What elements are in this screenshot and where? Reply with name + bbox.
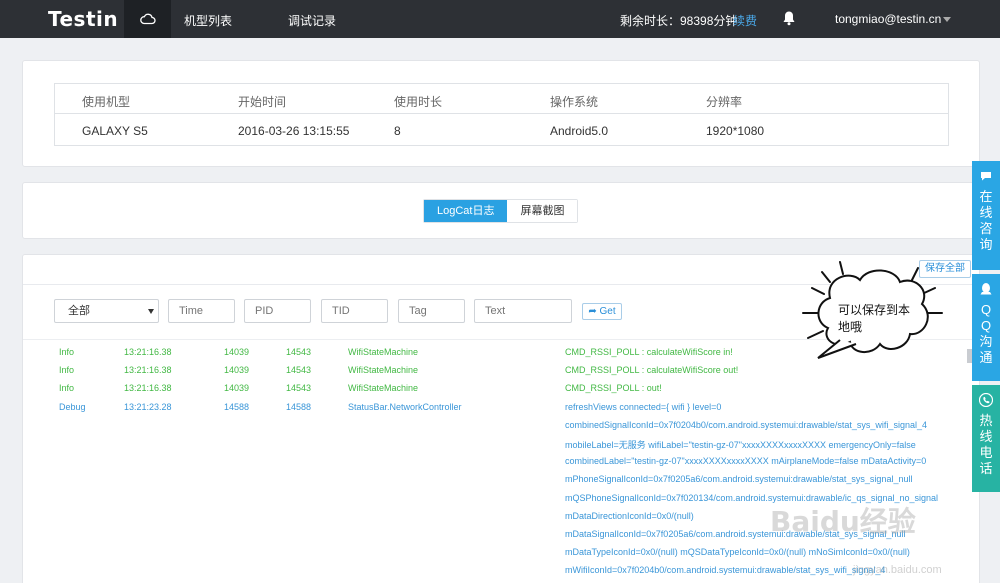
nav-device-list[interactable]: 机型列表 [184, 12, 232, 29]
user-menu[interactable]: tongmiao@testin.cn [835, 12, 952, 26]
log-pid: 14039 [224, 383, 250, 394]
log-pid: 14039 [224, 365, 250, 376]
log-message: mWifiIconId=0x7f0204b0/com.android.syste… [565, 565, 886, 576]
tid-filter-input[interactable] [321, 299, 388, 323]
column-header: 使用时长 [394, 95, 443, 109]
bell-icon[interactable] [782, 10, 796, 29]
log-level: Debug [59, 401, 86, 412]
chevron-down-icon [943, 17, 952, 23]
log-message: CMD_RSSI_POLL : calculateWifiScore in! [565, 347, 733, 357]
baidu-watermark: Baidu经验 [770, 505, 916, 538]
online-consult-button[interactable]: 在线咨询 [972, 161, 1000, 270]
log-tid: 14543 [286, 383, 312, 394]
qq-contact-button[interactable]: QQ沟通 [972, 274, 1000, 381]
log-row: mDataTypeIconId=0x0/(null) mQSDataTypeIc… [23, 547, 963, 565]
level-select[interactable]: 全部 [54, 299, 159, 323]
renew-link[interactable]: 续费 [733, 12, 757, 29]
hotline-label: 热线电话 [979, 413, 993, 476]
log-level: Info [59, 383, 75, 394]
log-time: 13:21:16.38 [124, 347, 172, 357]
log-row: Info 13:21:16.38 14039 14543 WifiStateMachin… [23, 383, 963, 401]
start-time: 2016-03-26 13:15:55 [238, 124, 350, 138]
log-row: combinedSignalIconId=0x7f0204b0/com.andr… [23, 420, 963, 438]
log-tag: WifiStateMachine [348, 383, 419, 394]
column-header: 操作系统 [550, 95, 599, 109]
usage-duration: 8 [394, 124, 401, 138]
log-pid: 14588 [224, 401, 250, 412]
user-email: tongmiao@testin.cn [835, 12, 942, 26]
time-filter-input[interactable] [168, 299, 235, 323]
chevron-down-icon [148, 309, 154, 314]
table-header: 使用机型 开始时间 使用时长 操作系统 分辨率 [55, 84, 948, 114]
device-info-table: 使用机型 开始时间 使用时长 操作系统 分辨率 GALAXY S5 2016-0… [54, 83, 949, 146]
log-tag: WifiStateMachine [348, 347, 419, 357]
log-time: 13:21:23.28 [124, 401, 172, 412]
log-tid: 14543 [286, 347, 312, 357]
log-row: mobileLabel=无服务 wifiLabel="testin-gz-07"… [23, 438, 963, 456]
log-tag: WifiStateMachine [348, 365, 419, 376]
tag-filter-input[interactable] [398, 299, 465, 323]
cloud-icon [139, 13, 156, 25]
log-message: mPhoneSignalIconId=0x7f0205a6/com.androi… [565, 474, 913, 485]
column-header: 开始时间 [238, 95, 287, 109]
log-message: mobileLabel=无服务 wifiLabel="testin-gz-07"… [565, 440, 916, 450]
remaining-time: 剩余时长：98398分钟 [620, 14, 738, 28]
tab-screenshot[interactable]: 屏幕截图 [507, 200, 578, 222]
get-button[interactable]: ➦ Get [582, 303, 622, 320]
cloud-tab[interactable] [124, 0, 171, 38]
column-header: 分辨率 [706, 95, 743, 109]
log-message: refreshViews connected={ wifi } level=0 [565, 401, 722, 412]
device-info-card: 使用机型 开始时间 使用时长 操作系统 分辨率 GALAXY S5 2016-0… [22, 60, 980, 167]
log-message: mDataTypeIconId=0x0/(null) mQSDataTypeIc… [565, 547, 910, 558]
log-pid: 14039 [224, 347, 250, 357]
bubble-text: 可以保存到本地哦 [838, 303, 911, 334]
log-tid: 14543 [286, 365, 312, 376]
log-time: 13:21:16.38 [124, 383, 172, 394]
testin-logo[interactable]: Testin [48, 7, 118, 31]
log-time: 13:21:16.38 [124, 365, 172, 376]
log-row: Debug 13:21:23.28 14588 14588 StatusBar.Netw… [23, 402, 963, 420]
log-row: combinedLabel="testin-gz-07"xxxxXXXXxxxx… [23, 456, 963, 474]
get-button-label: Get [599, 306, 616, 317]
column-header: 使用机型 [82, 95, 131, 109]
log-message: CMD_RSSI_POLL : calculateWifiScore out! [565, 365, 739, 376]
log-tid: 14588 [286, 401, 312, 412]
table-row: GALAXY S5 2016-03-26 13:15:55 8 Android5… [55, 115, 948, 146]
phone-icon [979, 393, 993, 407]
log-tag: StatusBar.NetworkController [348, 401, 462, 412]
qq-contact-label: QQ沟通 [979, 302, 993, 365]
qq-penguin-icon [980, 283, 992, 295]
log-message: combinedSignalIconId=0x7f0204b0/com.andr… [565, 419, 927, 430]
log-message: combinedLabel="testin-gz-07"xxxxXXXXxxxx… [565, 456, 927, 467]
hotline-button[interactable]: 热线电话 [972, 385, 1000, 492]
text-filter-input[interactable] [474, 299, 572, 323]
tab-logcat[interactable]: LogCat日志 [424, 200, 508, 222]
resolution: 1920*1080 [706, 124, 765, 138]
top-navbar: Testin 机型列表 调试记录 剩余时长：98398分钟 续费 tongmia… [0, 0, 1000, 38]
log-level: Info [59, 347, 75, 357]
send-icon: ➦ [588, 306, 597, 317]
log-row: mPhoneSignalIconId=0x7f0205a6/com.androi… [23, 474, 963, 492]
os-version: Android5.0 [550, 124, 609, 138]
level-select-value: 全部 [68, 305, 90, 317]
log-message: CMD_RSSI_POLL : out! [565, 383, 662, 394]
log-row: mWifiIconId=0x7f0204b0/com.android.syste… [23, 565, 963, 583]
log-message: mDataDirectionIconId=0x0/(null) [565, 510, 694, 521]
tabs-card: LogCat日志 屏幕截图 [22, 182, 980, 239]
log-level: Info [59, 365, 75, 376]
baidu-watermark-url: jingyan.baidu.com [853, 564, 942, 576]
pid-filter-input[interactable] [244, 299, 311, 323]
device-model: GALAXY S5 [82, 124, 148, 138]
nav-debug-records[interactable]: 调试记录 [288, 12, 336, 29]
tab-group: LogCat日志 屏幕截图 [423, 199, 579, 223]
chat-bubble-icon [981, 172, 991, 181]
online-consult-label: 在线咨询 [979, 189, 993, 252]
